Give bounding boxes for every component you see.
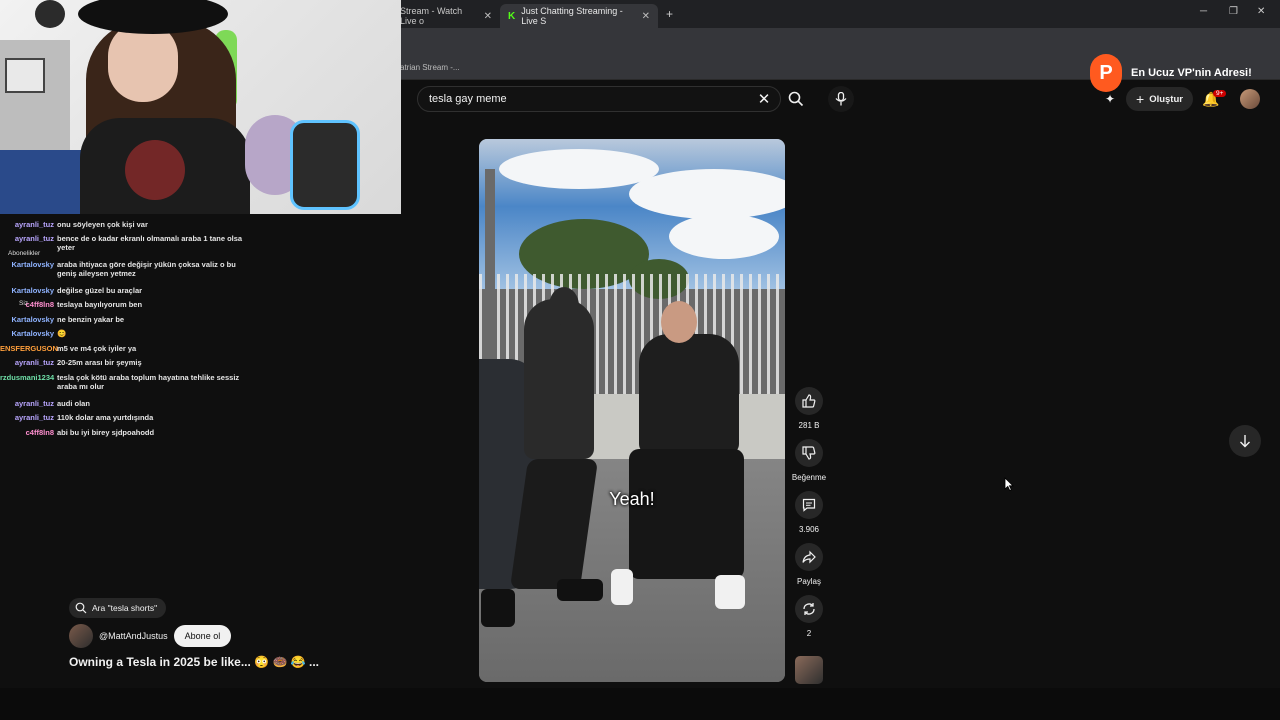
related-search-label: Ara "tesla shorts" (92, 603, 158, 613)
chat-message: ayranli_tuz 110k dolar ama yurtdışında (0, 413, 330, 422)
channel-row: @MattAndJustus Abone ol (69, 624, 232, 648)
chat-text: audi olan (57, 399, 90, 408)
chat-message: Kartalovsky 😊 (0, 329, 330, 338)
chat-username: ayranli_tuz (14, 413, 54, 422)
close-icon[interactable]: ✕ (484, 11, 492, 22)
chat-text: değilse güzel bu araçlar (57, 286, 143, 295)
subscribe-button[interactable]: Abone ol (173, 625, 232, 647)
chat-text: araba ihtiyaca göre değişir yükün çoksa … (57, 260, 236, 279)
chat-username: ayranli_tuz (14, 220, 54, 229)
channel-name[interactable]: @MattAndJustus (99, 631, 168, 641)
tab-label: Stream - Watch Live o (400, 6, 463, 26)
chat-username: c4ff8ln8 (25, 428, 54, 437)
chat-message: Kartalovsky ne benzin yakar be (0, 315, 330, 324)
mouse-cursor-icon (1004, 477, 1014, 491)
chat-text: teslaya bayılıyorum ben (57, 300, 143, 309)
short-title[interactable]: Owning a Tesla in 2025 be like... 😳 🍩 😂 … (69, 655, 319, 669)
chat-message: ENSFERGUSON m5 ve m4 çok iyiler ya (0, 344, 330, 353)
comment-count: 3.906 (798, 525, 820, 534)
tab-stream[interactable]: Stream - Watch Live o ✕ (392, 4, 500, 28)
create-effects-icon[interactable]: ✦ (1102, 91, 1118, 107)
chat-message: Kartalovsky değilse güzel bu araçlar (0, 286, 330, 295)
chat-username: ayranli_tuz (14, 358, 54, 367)
ad-banner-text: En Ucuz VP'nin Adresi! (1131, 67, 1252, 79)
webcam-overlay (0, 0, 401, 214)
chat-username: Kartalovsky (11, 286, 54, 295)
share-label: Paylaş (796, 577, 821, 586)
chat-text: ne benzin yakar be (57, 315, 125, 324)
channel-thumbnail[interactable] (795, 656, 823, 684)
thumbs-up-icon (802, 394, 816, 408)
tab-label: Just Chatting Streaming - Live S (521, 6, 623, 26)
search-icon[interactable] (787, 90, 805, 108)
chat-username: Kartalovsky (11, 315, 54, 324)
create-button[interactable]: + Oluştur (1126, 87, 1193, 111)
chat-message: ayranli_tuz audi olan (0, 399, 330, 408)
chat-username: Kartalovsky (11, 329, 54, 338)
dislike-button[interactable] (795, 439, 823, 467)
bottom-taskbar (0, 688, 1280, 720)
chat-message: c4ff8ln8 abi bu iyi birey sjdpoahodd (0, 428, 330, 437)
close-window-icon[interactable]: ✕ (1257, 6, 1265, 17)
microphone-icon[interactable] (828, 86, 854, 112)
chat-message: c4ff8ln8 teslaya bayılıyorum ben (0, 300, 330, 309)
chat-message: ayranli_tuz bence de o kadar ekranlı olm… (0, 234, 330, 253)
chat-message: Kartalovsky araba ihtiyaca göre değişir … (0, 260, 330, 279)
chat-text: 20-25m arası bir şeymiş (57, 358, 142, 367)
chat-text: 110k dolar ama yurtdışında (57, 413, 154, 422)
chat-username: ENSFERGUSON (0, 344, 58, 353)
search-icon (75, 602, 87, 614)
create-label: Oluştur (1149, 93, 1183, 105)
arrow-down-icon (1240, 435, 1250, 448)
chat-username: c4ff8ln8 (25, 300, 54, 309)
share-button[interactable] (795, 543, 823, 571)
chat-username: rzdusmani1234 (0, 373, 55, 382)
clear-search-icon[interactable]: ✕ (755, 90, 773, 108)
dislike-label: Beğenme (791, 473, 827, 482)
remix-icon (803, 603, 815, 615)
shorts-video-player[interactable]: Yeah! (479, 139, 785, 682)
tab-just-chatting[interactable]: K Just Chatting Streaming - Live S ✕ (500, 4, 658, 28)
chat-username: ayranli_tuz (14, 234, 54, 243)
channel-avatar[interactable] (69, 624, 93, 648)
restore-icon[interactable]: ❐ (1229, 6, 1238, 17)
chat-text: abi bu iyi birey sjdpoahodd (57, 428, 155, 437)
chat-text: tesla çok kötü araba toplum hayatına teh… (57, 373, 240, 392)
account-avatar[interactable] (1240, 89, 1260, 109)
vpn-logo-icon: P (1090, 54, 1122, 92)
notification-count-badge: 9+ (1213, 90, 1227, 97)
chat-username: ayranli_tuz (14, 399, 54, 408)
close-icon[interactable]: ✕ (642, 11, 650, 22)
bookmark-item[interactable]: atrian Stream -... (400, 63, 460, 72)
remix-count: 2 (806, 629, 812, 638)
like-button[interactable] (795, 387, 823, 415)
like-count: 281 B (798, 421, 820, 430)
chat-text: onu söyleyen çok kişi var (57, 220, 148, 229)
chat-username: Kartalovsky (11, 260, 54, 269)
next-video-button[interactable] (1229, 425, 1261, 457)
comments-button[interactable] (795, 491, 823, 519)
minimize-icon[interactable]: ─ (1200, 6, 1207, 17)
plus-icon: + (1136, 91, 1145, 107)
video-caption: Yeah! (609, 489, 655, 509)
chat-text: 😊 (57, 329, 67, 338)
comment-icon (802, 498, 816, 512)
share-arrow-icon (802, 550, 816, 564)
kick-icon: K (508, 10, 516, 22)
chat-text: m5 ve m4 çok iyiler ya (57, 344, 137, 353)
search-input[interactable]: tesla gay meme (417, 86, 781, 112)
new-tab-icon[interactable]: + (666, 7, 673, 21)
remix-button[interactable] (795, 595, 823, 623)
chat-text: bence de o kadar ekranlı olmamalı araba … (57, 234, 243, 253)
related-search-chip[interactable]: Ara "tesla shorts" (69, 598, 167, 618)
chat-message: rzdusmani1234 tesla çok kötü araba toplu… (0, 373, 330, 392)
chat-message: ayranli_tuz 20-25m arası bir şeymiş (0, 358, 330, 367)
chat-message: ayranli_tuz onu söyleyen çok kişi var (0, 220, 330, 229)
thumbs-down-icon (802, 446, 816, 460)
search-query: tesla gay meme (429, 93, 507, 105)
